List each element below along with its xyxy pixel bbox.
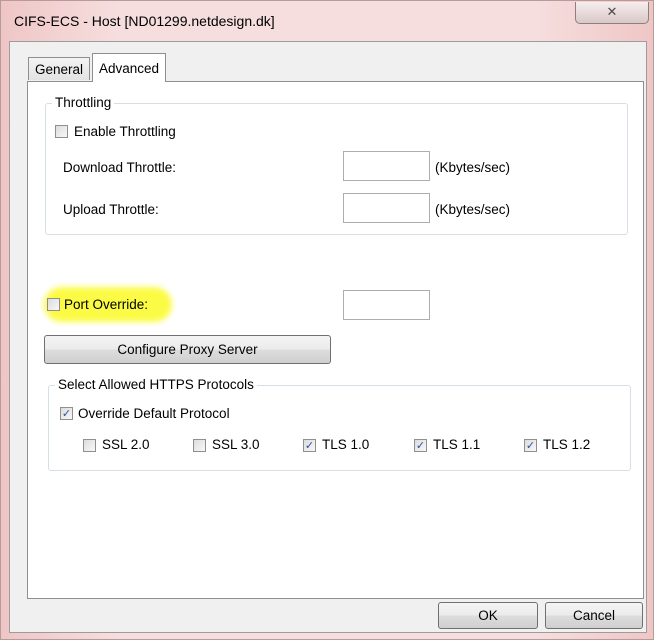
port-override-checkbox[interactable] xyxy=(47,298,60,311)
throttling-group-label: Throttling xyxy=(52,95,115,110)
enable-throttling-label[interactable]: Enable Throttling xyxy=(74,124,176,139)
tab-advanced[interactable]: Advanced xyxy=(92,53,167,82)
upload-throttle-unit: (Kbytes/sec) xyxy=(435,202,511,217)
ssl-2-0-label[interactable]: SSL 2.0 xyxy=(102,437,150,452)
download-throttle-input[interactable] xyxy=(343,151,430,181)
https-protocols-group-label: Select Allowed HTTPS Protocols xyxy=(55,377,257,392)
dialog-client-area: General Advanced Throttling Enable Throt… xyxy=(9,41,647,633)
cancel-button[interactable]: Cancel xyxy=(545,602,643,629)
download-throttle-label: Download Throttle: xyxy=(63,160,177,175)
check-icon: ✓ xyxy=(415,439,426,452)
close-button[interactable]: ✕ xyxy=(575,2,649,24)
tls-1-1-label[interactable]: TLS 1.1 xyxy=(433,437,480,452)
port-override-input[interactable] xyxy=(343,290,430,320)
tab-general[interactable]: General xyxy=(28,57,91,80)
upload-throttle-label: Upload Throttle: xyxy=(63,202,159,217)
check-icon: ✓ xyxy=(61,407,72,420)
ssl-3-0-label[interactable]: SSL 3.0 xyxy=(212,437,260,452)
advanced-tab-panel: Throttling Enable Throttling Download Th… xyxy=(27,81,644,599)
tls-1-2-label[interactable]: TLS 1.2 xyxy=(543,437,590,452)
tls-1-1-checkbox[interactable]: ✓ xyxy=(414,439,427,452)
ssl-2-0-checkbox[interactable] xyxy=(83,439,96,452)
port-override-label[interactable]: Port Override: xyxy=(64,297,148,312)
enable-throttling-checkbox[interactable] xyxy=(55,125,68,138)
override-default-protocol-label[interactable]: Override Default Protocol xyxy=(78,406,230,421)
dialog-window: CIFS-ECS - Host [ND01299.netdesign.dk] ✕… xyxy=(0,0,654,640)
upload-throttle-input[interactable] xyxy=(343,193,430,223)
title-bar[interactable]: CIFS-ECS - Host [ND01299.netdesign.dk] ✕ xyxy=(1,1,653,41)
https-protocols-group: Select Allowed HTTPS Protocols xyxy=(48,377,631,471)
ssl-3-0-checkbox[interactable] xyxy=(193,439,206,452)
tls-1-2-checkbox[interactable]: ✓ xyxy=(524,439,537,452)
ok-button[interactable]: OK xyxy=(438,602,538,629)
check-icon: ✓ xyxy=(525,439,536,452)
tls-1-0-label[interactable]: TLS 1.0 xyxy=(322,437,369,452)
close-icon: ✕ xyxy=(606,5,618,20)
download-throttle-unit: (Kbytes/sec) xyxy=(435,160,511,175)
override-default-protocol-checkbox[interactable]: ✓ xyxy=(60,407,73,420)
check-icon: ✓ xyxy=(304,439,315,452)
tls-1-0-checkbox[interactable]: ✓ xyxy=(303,439,316,452)
window-title: CIFS-ECS - Host [ND01299.netdesign.dk] xyxy=(14,13,275,29)
configure-proxy-server-button[interactable]: Configure Proxy Server xyxy=(44,335,331,364)
